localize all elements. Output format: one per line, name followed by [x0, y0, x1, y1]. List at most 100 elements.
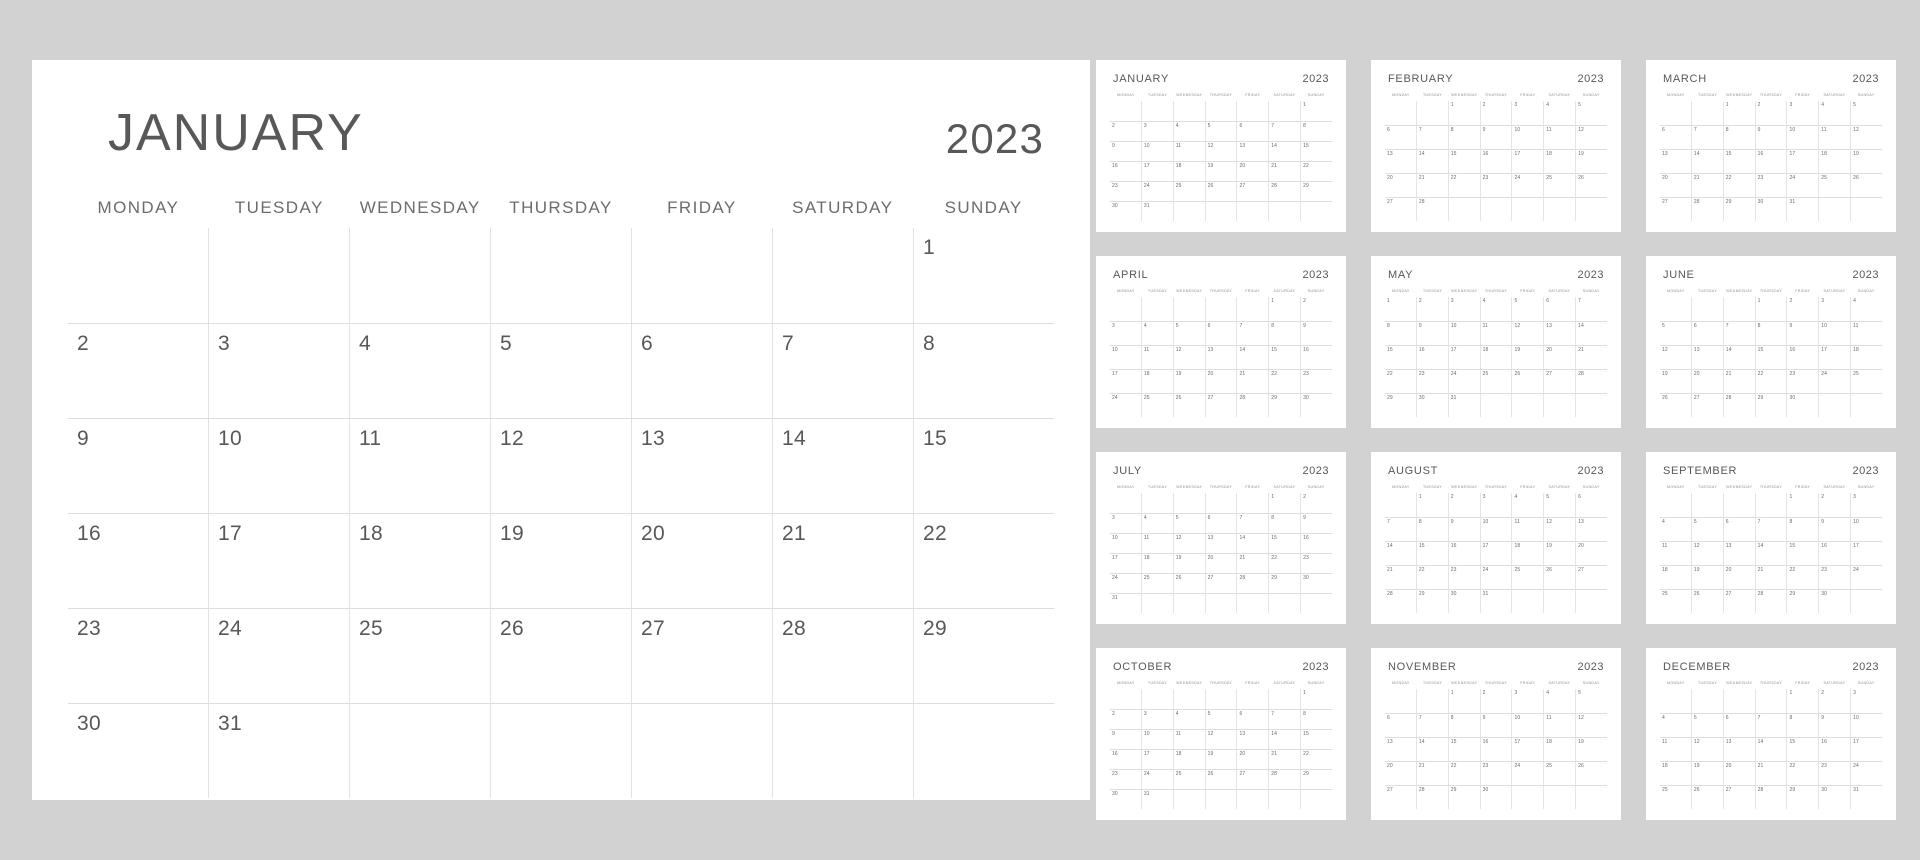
mini-day-cell-empty[interactable]: [1172, 594, 1205, 613]
mini-day-cell[interactable]: 27: [1385, 198, 1416, 221]
mini-day-cell[interactable]: 27: [1385, 786, 1416, 809]
main-day-cell-empty[interactable]: [349, 704, 490, 798]
mini-day-cell[interactable]: 26: [1543, 566, 1575, 589]
mini-day-cell[interactable]: 27: [1575, 566, 1607, 589]
mini-day-cell-empty[interactable]: [1236, 594, 1268, 613]
main-day-cell[interactable]: 2: [68, 324, 208, 418]
mini-day-cell[interactable]: 12: [1575, 126, 1607, 149]
mini-day-cell[interactable]: 10: [1110, 346, 1141, 369]
main-day-cell[interactable]: 18: [349, 514, 490, 608]
mini-day-cell[interactable]: 6: [1722, 714, 1755, 737]
mini-day-cell[interactable]: 22: [1385, 370, 1416, 393]
mini-day-cell[interactable]: 8: [1754, 322, 1787, 345]
mini-calendar-card-november[interactable]: NOVEMBER 2023 MONDAY TUESDAY WEDNESDAY THURSD…: [1371, 648, 1621, 820]
mini-day-cell[interactable]: 25: [1479, 370, 1512, 393]
mini-day-cell[interactable]: 5: [1690, 518, 1723, 541]
mini-day-cell[interactable]: 24: [1511, 174, 1543, 197]
mini-day-cell[interactable]: 5: [1575, 101, 1607, 125]
mini-day-cell[interactable]: 15: [1786, 542, 1818, 565]
mini-day-cell[interactable]: 26: [1172, 394, 1205, 417]
mini-day-cell[interactable]: 17: [1786, 150, 1818, 173]
mini-day-cell-empty[interactable]: [1818, 394, 1850, 417]
mini-day-cell[interactable]: 8: [1300, 122, 1332, 141]
mini-day-cell[interactable]: 1: [1300, 689, 1332, 709]
mini-day-cell[interactable]: 21: [1268, 750, 1300, 769]
mini-day-cell[interactable]: 11: [1140, 346, 1173, 369]
mini-day-cell[interactable]: 15: [1447, 150, 1480, 173]
mini-day-cell[interactable]: 21: [1754, 566, 1787, 589]
mini-day-cell[interactable]: 14: [1268, 142, 1300, 161]
mini-day-cell-empty[interactable]: [1236, 790, 1268, 809]
main-day-cell[interactable]: 5: [490, 324, 631, 418]
mini-day-cell[interactable]: 21: [1722, 370, 1755, 393]
mini-day-cell[interactable]: 19: [1660, 370, 1691, 393]
mini-day-cell[interactable]: 4: [1660, 518, 1691, 541]
mini-day-cell-empty[interactable]: [1204, 493, 1237, 513]
main-day-cell[interactable]: 6: [631, 324, 772, 418]
mini-day-cell-empty[interactable]: [1300, 202, 1332, 221]
mini-day-cell-empty[interactable]: [1722, 689, 1755, 713]
main-day-cell[interactable]: 8: [913, 324, 1054, 418]
mini-day-cell-empty[interactable]: [1575, 786, 1607, 809]
mini-day-cell[interactable]: 18: [1479, 346, 1512, 369]
mini-calendar-card-october[interactable]: OCTOBER 2023 MONDAY TUESDAY WEDNESDAY THURSDA…: [1096, 648, 1346, 820]
mini-day-cell[interactable]: 14: [1236, 534, 1268, 553]
mini-day-cell[interactable]: 19: [1690, 762, 1723, 785]
mini-day-cell[interactable]: 2: [1479, 101, 1512, 125]
mini-day-cell[interactable]: 26: [1204, 770, 1237, 789]
main-day-cell-empty[interactable]: [490, 228, 631, 323]
mini-day-cell[interactable]: 20: [1690, 370, 1723, 393]
mini-day-cell-empty[interactable]: [1236, 689, 1268, 709]
mini-day-cell[interactable]: 10: [1479, 518, 1512, 541]
mini-day-cell[interactable]: 17: [1850, 542, 1882, 565]
mini-day-cell[interactable]: 11: [1818, 126, 1850, 149]
mini-day-cell[interactable]: 25: [1660, 786, 1691, 809]
mini-day-cell[interactable]: 19: [1543, 542, 1575, 565]
mini-day-cell[interactable]: 3: [1818, 297, 1850, 321]
mini-day-cell[interactable]: 8: [1447, 714, 1480, 737]
mini-day-cell[interactable]: 16: [1110, 162, 1141, 181]
mini-day-cell-empty[interactable]: [1140, 297, 1173, 321]
main-day-cell[interactable]: 28: [772, 609, 913, 703]
mini-day-cell[interactable]: 13: [1690, 346, 1723, 369]
mini-day-cell[interactable]: 29: [1300, 182, 1332, 201]
mini-day-cell-empty[interactable]: [1543, 590, 1575, 613]
mini-day-cell-empty[interactable]: [1140, 493, 1173, 513]
mini-day-cell[interactable]: 4: [1660, 714, 1691, 737]
mini-day-cell-empty[interactable]: [1543, 786, 1575, 809]
main-day-cell[interactable]: 22: [913, 514, 1054, 608]
mini-day-cell[interactable]: 9: [1415, 322, 1448, 345]
mini-day-cell[interactable]: 16: [1479, 150, 1512, 173]
main-day-cell[interactable]: 20: [631, 514, 772, 608]
mini-day-cell[interactable]: 10: [1110, 534, 1141, 553]
mini-day-cell-empty[interactable]: [1204, 594, 1237, 613]
mini-day-cell[interactable]: 31: [1850, 786, 1882, 809]
mini-day-cell[interactable]: 10: [1511, 714, 1543, 737]
mini-day-cell[interactable]: 23: [1300, 370, 1332, 393]
mini-day-cell-empty[interactable]: [1818, 198, 1850, 221]
mini-day-cell[interactable]: 10: [1818, 322, 1850, 345]
mini-day-cell-empty[interactable]: [1543, 394, 1575, 417]
mini-day-cell[interactable]: 12: [1543, 518, 1575, 541]
mini-day-cell-empty[interactable]: [1236, 202, 1268, 221]
mini-day-cell[interactable]: 9: [1447, 518, 1480, 541]
mini-day-cell[interactable]: 4: [1511, 493, 1543, 517]
mini-day-cell[interactable]: 31: [1110, 594, 1141, 613]
mini-day-cell-empty[interactable]: [1690, 689, 1723, 713]
mini-day-cell[interactable]: 26: [1690, 590, 1723, 613]
mini-day-cell[interactable]: 17: [1110, 554, 1141, 573]
main-day-cell[interactable]: 10: [208, 419, 349, 513]
mini-day-cell[interactable]: 8: [1415, 518, 1448, 541]
mini-day-cell[interactable]: 8: [1447, 126, 1480, 149]
mini-day-cell[interactable]: 1: [1447, 689, 1480, 713]
mini-day-cell[interactable]: 30: [1415, 394, 1448, 417]
main-day-cell[interactable]: 7: [772, 324, 913, 418]
main-day-cell[interactable]: 3: [208, 324, 349, 418]
mini-day-cell[interactable]: 17: [1818, 346, 1850, 369]
mini-day-cell[interactable]: 26: [1660, 394, 1691, 417]
main-day-cell-empty[interactable]: [208, 228, 349, 323]
mini-calendar-card-august[interactable]: AUGUST 2023 MONDAY TUESDAY WEDNESDAY THURSDAY…: [1371, 452, 1621, 624]
mini-day-cell[interactable]: 24: [1140, 770, 1173, 789]
mini-day-cell[interactable]: 6: [1204, 322, 1237, 345]
mini-day-cell[interactable]: 11: [1511, 518, 1543, 541]
